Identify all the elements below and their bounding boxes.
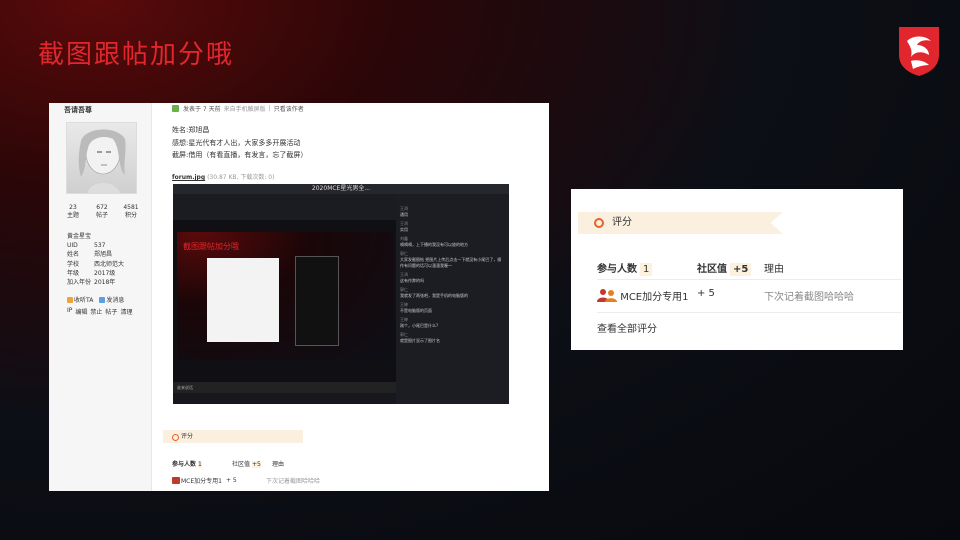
post-content: 姓名:郑旭昌 感想:星光代有才人出，大家多多开展活动 截屏:借用（有看直播，有发…: [172, 126, 308, 159]
user-avatar-icon: [172, 477, 180, 484]
rating-header: 评分: [163, 430, 303, 443]
author-only-link[interactable]: 只看该作者: [274, 104, 304, 113]
embed-slide: 截图跟帖加分哦: [177, 232, 393, 360]
divider: [597, 279, 901, 280]
follow-link[interactable]: 收听TA: [67, 295, 93, 304]
rater-link[interactable]: MCE加分专用1: [181, 476, 226, 485]
admin-actions: IP 编辑 禁止 帖子 清理: [67, 307, 132, 316]
view-all-ratings-link[interactable]: 查看全部评分: [597, 320, 657, 335]
attachment-link[interactable]: forum.jpg: [172, 174, 205, 181]
user-group[interactable]: 黄金星宝: [67, 231, 91, 240]
avatar[interactable]: [66, 122, 137, 194]
rating-circle-icon: [594, 218, 604, 228]
participants-label: 参与人数 1: [597, 260, 653, 276]
stat-topics[interactable]: 23 主题: [59, 204, 87, 220]
rater-row: MCE加分专用1: [597, 288, 688, 303]
admin-clean-link[interactable]: 清理: [120, 307, 132, 316]
rater-link[interactable]: MCE加分专用1: [620, 292, 688, 303]
slide-title: 截图跟帖加分哦: [38, 40, 235, 70]
community-label: 社区值 +5: [697, 260, 752, 276]
embed-window-title: 2020MCE星光男全...: [173, 184, 509, 194]
stat-points[interactable]: 4581 积分: [117, 204, 145, 220]
stat-posts[interactable]: 672 帖子: [88, 204, 116, 220]
embed-bottom-bar: 谁来说话: [173, 382, 396, 393]
rater-reason: 下次记着截图哈哈哈: [764, 292, 854, 303]
rating-row: MCE加分专用1 + 5 下次记着截图哈哈哈: [172, 476, 320, 485]
admin-posts-link[interactable]: 帖子: [105, 307, 117, 316]
message-link[interactable]: 发消息: [99, 295, 124, 304]
msi-dragon-logo: [899, 27, 939, 76]
user-actions: 收听TA 发消息: [67, 295, 124, 304]
rater-value: + 5: [697, 288, 715, 299]
online-icon: [172, 105, 179, 112]
embed-mini-phone: [295, 256, 339, 346]
rating-header: 评分: [578, 212, 783, 234]
follow-icon: [67, 297, 73, 303]
rating-summary: 参与人数 1 社区值 +5 理由: [172, 461, 285, 468]
post-header: 发表于 7 天前 来自手机触屏版 | 只看该作者: [172, 104, 304, 113]
reason-label: 理由: [764, 264, 784, 275]
attachment-info: forum.jpg (30.87 KB, 下载次数: 0): [172, 174, 275, 181]
divider: [597, 312, 901, 313]
forum-screenshot: 吾请吾尊 23 主题 672 帖子 4581 积分 黄金星宝 UID 537 姓名 郑旭昌…: [49, 103, 549, 491]
admin-ban-link[interactable]: 禁止: [90, 307, 102, 316]
user-stats: 23 主题 672 帖子 4581 积分: [59, 204, 145, 220]
username-link[interactable]: 吾请吾尊: [64, 105, 92, 115]
embed-mini-screenshot: [207, 258, 279, 342]
rating-zoom-panel: 评分 参与人数 1 社区值 +5 理由 MCE加分专用1 + 5 下次记着截图哈哈哈…: [571, 189, 903, 350]
attached-image[interactable]: 2020MCE星光男全... 截图跟帖加分哦 谁来说话 王鸿 通用 王鸿 实用 刘鑫…: [173, 184, 509, 404]
embed-toolbar: [173, 194, 396, 220]
user-info: UID 537 姓名 郑旭昌 学校 西北师范大 年级 2017级 加入年份 2018年: [67, 242, 125, 287]
group-user-icon: [597, 289, 617, 302]
admin-ip-link[interactable]: IP: [67, 307, 72, 316]
admin-edit-link[interactable]: 编辑: [75, 307, 87, 316]
mail-icon: [99, 297, 106, 303]
embed-chat: 王鸿 通用 王鸿 实用 刘鑫 嘀嘀嘀，上下播的我没有可以放的地方 郭仁 大家发截图帖 把…: [396, 194, 509, 404]
user-sidebar: 吾请吾尊 23 主题 672 帖子 4581 积分 黄金星宝 UID 537 姓名 郑旭昌…: [49, 103, 152, 491]
